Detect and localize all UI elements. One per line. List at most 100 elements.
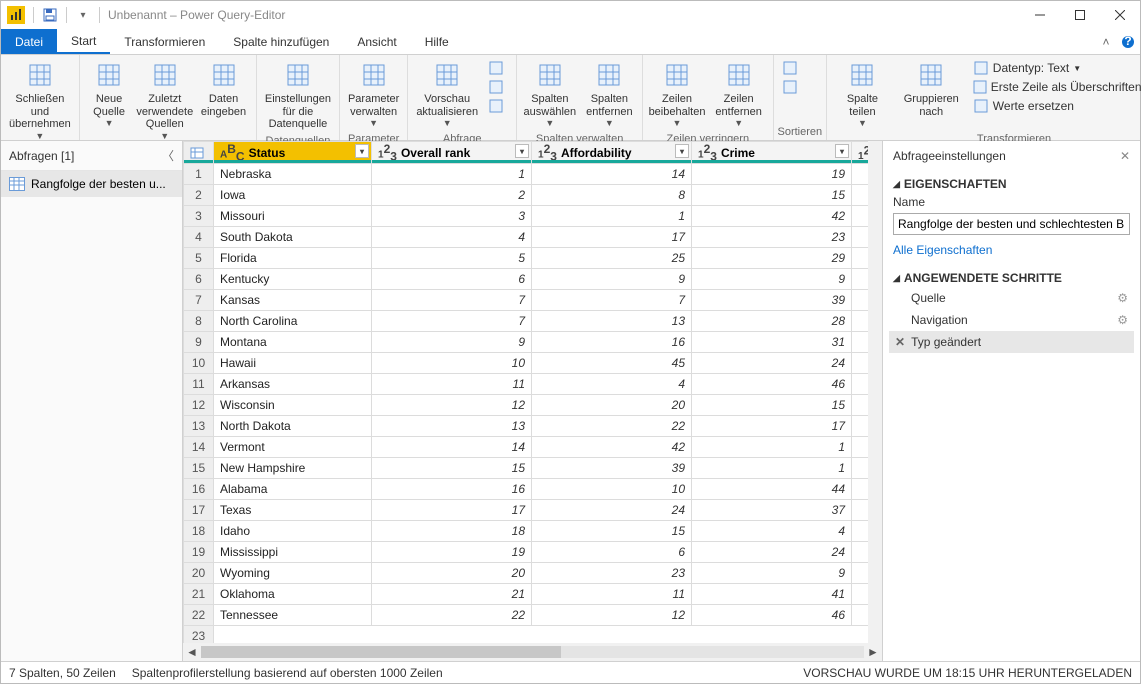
- table-row[interactable]: 14Vermont14421: [184, 437, 869, 458]
- applied-step[interactable]: Quelle⚙: [889, 287, 1134, 309]
- filter-dropdown-icon[interactable]: ▾: [355, 144, 369, 158]
- table-row[interactable]: 20Wyoming20239: [184, 563, 869, 584]
- cell[interactable]: Missouri: [214, 206, 372, 227]
- cell[interactable]: 45: [532, 353, 692, 374]
- cell[interactable]: 22: [372, 605, 532, 626]
- cell[interactable]: 39: [692, 290, 852, 311]
- cell[interactable]: 16: [532, 332, 692, 353]
- cell[interactable]: 9: [692, 563, 852, 584]
- cell[interactable]: 10: [532, 479, 692, 500]
- cell[interactable]: 28: [692, 311, 852, 332]
- cell[interactable]: 31: [692, 332, 852, 353]
- close-panel-icon[interactable]: ✕: [1120, 149, 1130, 163]
- cell[interactable]: South Dakota: [214, 227, 372, 248]
- table-row[interactable]: 1Nebraska11419: [184, 164, 869, 185]
- horizontal-scrollbar[interactable]: ◄ ►: [183, 643, 882, 661]
- cell[interactable]: 46: [692, 605, 852, 626]
- delete-step-icon[interactable]: ✕: [895, 335, 905, 349]
- cell[interactable]: 44: [692, 479, 852, 500]
- table-row[interactable]: 7Kansas7739: [184, 290, 869, 311]
- cell[interactable]: 15: [532, 521, 692, 542]
- table-row[interactable]: 22Tennessee221246: [184, 605, 869, 626]
- cell[interactable]: 17: [532, 227, 692, 248]
- table-row[interactable]: 15New Hampshire15391: [184, 458, 869, 479]
- cell[interactable]: 21: [372, 584, 532, 605]
- cell[interactable]: Nebraska: [214, 164, 372, 185]
- cell[interactable]: 24: [692, 353, 852, 374]
- cell[interactable]: 7: [372, 290, 532, 311]
- tab-add-column[interactable]: Spalte hinzufügen: [219, 29, 343, 54]
- cell[interactable]: 11: [532, 584, 692, 605]
- cell[interactable]: 23: [692, 227, 852, 248]
- cell[interactable]: 15: [372, 458, 532, 479]
- cell[interactable]: 42: [692, 206, 852, 227]
- gear-icon[interactable]: ⚙: [1117, 291, 1128, 305]
- cell[interactable]: 6: [372, 269, 532, 290]
- table-row[interactable]: 2Iowa2815: [184, 185, 869, 206]
- ribbon-button[interactable]: Spalten auswählen▼: [521, 57, 579, 131]
- cell[interactable]: 14: [372, 437, 532, 458]
- cell[interactable]: North Dakota: [214, 416, 372, 437]
- maximize-button[interactable]: [1060, 1, 1100, 29]
- table-row[interactable]: 10Hawaii104524: [184, 353, 869, 374]
- cell[interactable]: Kansas: [214, 290, 372, 311]
- help-icon[interactable]: ?: [1116, 29, 1140, 54]
- ribbon-button[interactable]: Schließen und übernehmen▼: [5, 57, 75, 143]
- vertical-scrollbar[interactable]: [868, 141, 882, 643]
- cell[interactable]: 7: [372, 311, 532, 332]
- cell[interactable]: 1: [692, 437, 852, 458]
- table-row[interactable]: 13North Dakota132217: [184, 416, 869, 437]
- cell[interactable]: 13: [532, 311, 692, 332]
- cell[interactable]: 18: [372, 521, 532, 542]
- ribbon-button[interactable]: Zeilen beibehalten▼: [647, 57, 707, 131]
- table-row[interactable]: 4South Dakota41723: [184, 227, 869, 248]
- cell[interactable]: 9: [532, 269, 692, 290]
- ribbon-button[interactable]: Vorschau aktualisieren▼: [412, 57, 482, 131]
- table-row[interactable]: 18Idaho18154: [184, 521, 869, 542]
- collapse-left-icon[interactable]: 〈: [162, 147, 174, 164]
- table-row[interactable]: 9Montana91631: [184, 332, 869, 353]
- ribbon-collapse-icon[interactable]: ˄: [1096, 29, 1116, 54]
- cell[interactable]: 1: [532, 206, 692, 227]
- cell[interactable]: Alabama: [214, 479, 372, 500]
- cell[interactable]: 6: [532, 542, 692, 563]
- table-row[interactable]: 12Wisconsin122015: [184, 395, 869, 416]
- table-row[interactable]: 11Arkansas11446: [184, 374, 869, 395]
- cell[interactable]: Tennessee: [214, 605, 372, 626]
- cell[interactable]: 22: [532, 416, 692, 437]
- cell[interactable]: Arkansas: [214, 374, 372, 395]
- column-header[interactable]: 123Overall rank▾: [372, 142, 532, 164]
- cell[interactable]: 12: [372, 395, 532, 416]
- cell[interactable]: 9: [372, 332, 532, 353]
- tab-view[interactable]: Ansicht: [343, 29, 410, 54]
- cell[interactable]: 37: [692, 500, 852, 521]
- cell[interactable]: Kentucky: [214, 269, 372, 290]
- cell[interactable]: 4: [372, 227, 532, 248]
- ribbon-button[interactable]: Einstellungen für die Datenquelle: [261, 57, 335, 133]
- filter-dropdown-icon[interactable]: ▾: [835, 144, 849, 158]
- cell[interactable]: 19: [692, 164, 852, 185]
- filter-dropdown-icon[interactable]: ▾: [675, 144, 689, 158]
- cell[interactable]: 14: [532, 164, 692, 185]
- cell[interactable]: 24: [532, 500, 692, 521]
- cell[interactable]: 24: [692, 542, 852, 563]
- table-row[interactable]: 21Oklahoma211141: [184, 584, 869, 605]
- cell[interactable]: 42: [532, 437, 692, 458]
- cell[interactable]: Idaho: [214, 521, 372, 542]
- cell[interactable]: 41: [692, 584, 852, 605]
- cell[interactable]: Wisconsin: [214, 395, 372, 416]
- row-number-header[interactable]: [184, 142, 214, 164]
- cell[interactable]: 1: [372, 164, 532, 185]
- cell[interactable]: 20: [372, 563, 532, 584]
- cell[interactable]: Iowa: [214, 185, 372, 206]
- gear-icon[interactable]: ⚙: [1117, 313, 1128, 327]
- column-header[interactable]: 123Crime▾: [692, 142, 852, 164]
- table-row[interactable]: 19Mississippi19624: [184, 542, 869, 563]
- table-row[interactable]: 16Alabama161044: [184, 479, 869, 500]
- ribbon-small-button[interactable]: [486, 78, 510, 96]
- column-header[interactable]: 123Affordability▾: [532, 142, 692, 164]
- cell[interactable]: Wyoming: [214, 563, 372, 584]
- scroll-left-icon[interactable]: ◄: [183, 645, 201, 659]
- table-row[interactable]: 3Missouri3142: [184, 206, 869, 227]
- query-name-input[interactable]: [893, 213, 1130, 235]
